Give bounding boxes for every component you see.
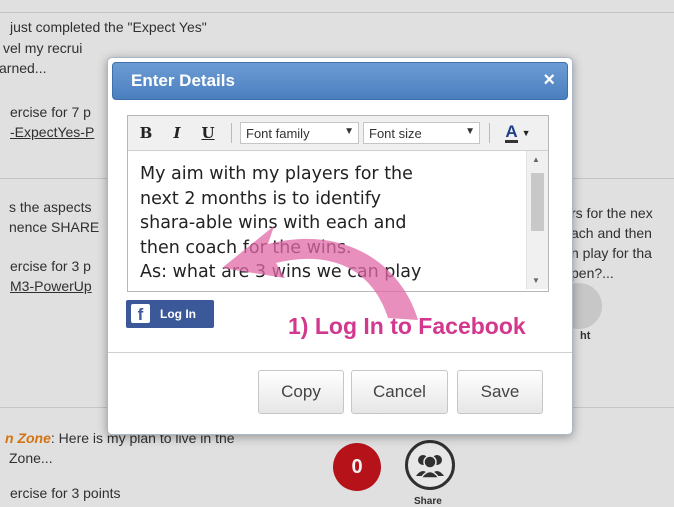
bold-button[interactable]: B (136, 123, 156, 143)
facebook-icon: f (131, 304, 150, 324)
content-line: My aim with my players for the (140, 164, 413, 184)
rich-text-editor: B I U Font family ▼ Font size ▼ A ▼ My a… (127, 115, 549, 292)
editor-content[interactable]: My aim with my players for the next 2 mo… (128, 151, 524, 289)
font-family-label: Font family (246, 126, 310, 141)
toolbar-separator (231, 123, 232, 143)
chevron-down-icon: ▼ (465, 126, 475, 137)
scroll-up-icon[interactable]: ▲ (532, 155, 540, 164)
copy-button[interactable]: Copy (258, 370, 344, 414)
dialog-titlebar: Enter Details × (112, 62, 568, 100)
facebook-login-label: Log In (160, 307, 196, 321)
font-color-button[interactable]: A ▼ (501, 123, 535, 143)
chevron-down-icon: ▼ (344, 126, 354, 137)
font-family-select[interactable]: Font family ▼ (240, 122, 359, 144)
enter-details-dialog: Enter Details × B I U Font family ▼ Font… (107, 57, 573, 435)
font-size-label: Font size (369, 126, 422, 141)
cancel-button[interactable]: Cancel (351, 370, 448, 414)
editor-scrollbar[interactable]: ▲ ▼ (526, 151, 548, 289)
save-button[interactable]: Save (457, 370, 543, 414)
editor-toolbar: B I U Font family ▼ Font size ▼ A ▼ (128, 116, 548, 151)
underline-button[interactable]: U (198, 123, 218, 143)
chevron-down-icon: ▼ (521, 128, 531, 138)
content-line: As: what are 3 wins we can play (140, 262, 422, 282)
content-line: next 2 months is to identify (140, 188, 381, 209)
font-size-select[interactable]: Font size ▼ (363, 122, 480, 144)
italic-button[interactable]: I (167, 123, 187, 143)
font-color-icon: A (505, 121, 518, 143)
scroll-down-icon[interactable]: ▼ (532, 276, 540, 285)
facebook-login-button[interactable]: f Log In (126, 300, 214, 328)
close-icon[interactable]: × (543, 69, 555, 91)
dialog-title: Enter Details (131, 71, 235, 90)
dialog-divider (108, 352, 572, 353)
content-line: then coach for the wins. (140, 237, 352, 258)
annotation-text: 1) Log In to Facebook (288, 313, 526, 339)
toolbar-separator (489, 123, 490, 143)
scrollbar-thumb[interactable] (531, 173, 544, 231)
content-line: shara-able wins with each and (140, 213, 407, 233)
